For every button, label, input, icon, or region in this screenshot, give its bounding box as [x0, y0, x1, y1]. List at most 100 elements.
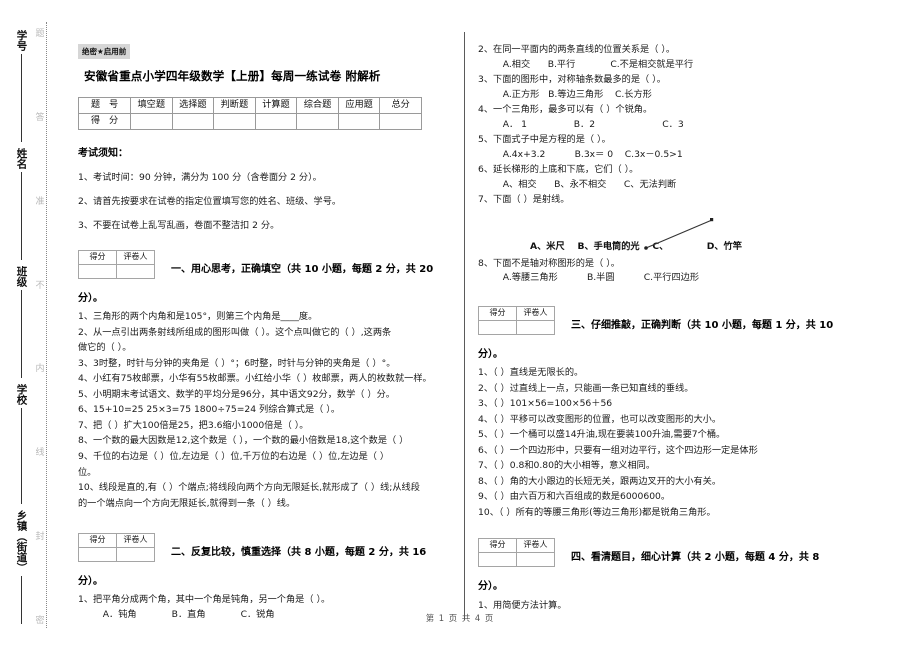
grader-marker-cell[interactable]: [516, 552, 555, 568]
section-header-multiple-choice: 得分 评卷人 二、反复比较，慎重选择（共 8 小题，每题 2 分，共 16: [78, 533, 450, 563]
grader-score-cell[interactable]: [478, 319, 517, 335]
question-item-cont: 做它的（ ）。: [78, 342, 132, 354]
score-cell[interactable]: [130, 113, 173, 131]
score-cell[interactable]: [254, 113, 298, 131]
grader-box: 得分 评卷人: [478, 305, 555, 335]
question-item: 6、（ ）一个四边形中，只要有一组对边平行，这个四边形一定是体形: [478, 444, 758, 456]
score-summary-table: 题 号 填空题 选择题 判断题 计算题 综合题 应用题 总分 得 分: [78, 97, 422, 131]
grader-score-cell[interactable]: [78, 547, 117, 563]
grader-score-label: 得分: [78, 250, 117, 266]
question-item: 4、小红有75枚邮票，小华有55枚邮票。小红给小华（ ）枚邮票，两人的枚数就一样…: [78, 373, 432, 385]
score-table-row-header: 得 分: [78, 113, 131, 131]
score-table-col-header: 总分: [379, 97, 422, 115]
question-options: A.4x+3.2 B.3x＝ 0 C.3x－0.5>1: [494, 148, 683, 160]
grader-score-cell[interactable]: [78, 264, 117, 280]
page-footer: 第 1 页 共 4 页: [425, 613, 495, 623]
seal-field-rule: [20, 290, 22, 378]
score-cell[interactable]: [296, 113, 339, 131]
question-options: A.相交 B.平行 C.不是相交就是平行: [494, 58, 694, 70]
table-row: 得分 评卷人: [478, 538, 555, 554]
grader-box: 得分 评卷人: [78, 250, 155, 280]
seal-field-student-id: 学号: [8, 30, 34, 142]
section-header-calculation: 得分 评卷人 四、看清题目，细心计算（共 2 小题，每题 4 分，共 8: [478, 538, 876, 568]
exam-notice-item: 3、不要在试卷上乱写乱画，卷面不整洁扣 2 分。: [78, 220, 280, 232]
grader-box: 得分 评卷人: [478, 538, 555, 568]
seal-dotted-line: [46, 22, 47, 628]
exam-paper-page: 题 答 准 不 内 线 封 密 学号 姓名 班级 学校 乡镇（街道） 绝密★启用…: [0, 0, 920, 650]
question-item: 7、把（ ）扩大100倍是25，把3.6缩小1000倍是（ ）。: [78, 419, 309, 431]
seal-field-school: 学校: [8, 384, 34, 504]
grader-marker-cell[interactable]: [116, 547, 155, 563]
score-cell[interactable]: [379, 113, 422, 131]
question-item: 1、（ ）直线是无限长的。: [478, 367, 584, 379]
right-column: 2、在同一平面内的两条直线的位置关系是（ ）。 A.相交 B.平行 C.不是相交…: [478, 0, 876, 613]
seal-char: 线: [33, 447, 44, 457]
seal-char: 不: [33, 279, 44, 289]
question-item: 5、（ ）一个桶可以盛14升油,现在要装100升油,需要7个桶。: [478, 429, 726, 441]
question-item: 1、三角形的两个内角和是105°，则第三个内角是____度。: [78, 311, 318, 323]
secret-badge: 绝密★启用前: [78, 44, 131, 59]
table-row: 得分 评卷人: [478, 305, 555, 321]
question-item: 8、（ ）角的大小跟边的长短无关，跟两边叉开的大小有关。: [478, 475, 722, 487]
exam-notice-item: 2、请首先按要求在试卷的指定位置填写您的姓名、班级、学号。: [78, 196, 342, 208]
seal-field-name: 姓名: [8, 148, 34, 260]
question-options: A.正方形 B.等边三角形 C.长方形: [494, 88, 652, 100]
question-item: 5、下面式子中是方程的是（ ）。: [478, 134, 611, 146]
seal-field-label: 学号: [15, 30, 28, 51]
grader-marker-label: 评卷人: [516, 305, 555, 321]
grader-score-label: 得分: [478, 538, 517, 554]
question-options: A.等腰三角形 B.半圆 C.平行四边形: [494, 272, 700, 284]
seal-field-rule: [20, 408, 22, 504]
seal-margin: 题 答 准 不 内 线 封 密 学号 姓名 班级 学校 乡镇（街道）: [0, 0, 62, 650]
grader-marker-label: 评卷人: [116, 533, 155, 549]
score-table-col-header: 选择题: [171, 97, 215, 115]
seal-field-class: 班级: [8, 266, 34, 378]
table-row: 题 号 填空题 选择题 判断题 计算题 综合题 应用题 总分: [78, 97, 422, 115]
question-item: 6、15+10=25 25×3=75 1800÷75=24 列综合算式是（ ）。: [78, 404, 341, 416]
question-item: 7、下面（ ）是射线。: [478, 194, 570, 206]
table-row: [78, 547, 155, 563]
seal-field-label: 姓名: [15, 148, 28, 169]
question-item-cont: 的一个端点向一个方向无限延长,就得到一条（ ）线。: [78, 497, 296, 509]
question-item: 3、3时整，时针与分钟的夹角是（ ）°；6时整，时针与分钟的夹角是（ ）°。: [78, 357, 396, 369]
question-item: 10、（ ）所有的等腰三角形(等边三角形)都是锐角三角形。: [478, 506, 716, 518]
section-header-fill-in-blank: 得分 评卷人 一、用心思考，正确填空（共 10 小题，每题 2 分，共 20: [78, 250, 450, 280]
score-cell[interactable]: [337, 113, 381, 131]
seal-char: 题: [33, 28, 44, 37]
grader-score-cell[interactable]: [478, 552, 517, 568]
score-cell[interactable]: [213, 113, 256, 131]
question-item: 4、（ ）平移可以改变图形的位置，也可以改变图形的大小。: [478, 413, 722, 425]
question-item: 4、一个三角形，最多可以有（ ）个锐角。: [478, 104, 653, 116]
score-table-col-header: 综合题: [296, 97, 339, 115]
table-row: [478, 319, 555, 335]
question-item: 1、用简便方法计算。: [478, 599, 567, 611]
table-row: [78, 264, 155, 280]
score-cell[interactable]: [171, 113, 215, 131]
question-item: 5、小明期末考试语文、数学的平均分是96分，其中语文92分，数学（ ）分。: [78, 388, 395, 400]
table-row: 得分 评卷人: [78, 533, 155, 549]
table-row: [478, 552, 555, 568]
question-item: 10、线段是直的,有（ ）个端点;将线段向两个方向无限延长,就形成了（ ）线;从…: [78, 482, 420, 494]
section-title-cont: 分）。: [78, 576, 103, 588]
seal-field-label: 学校: [15, 384, 28, 405]
grader-marker-label: 评卷人: [116, 250, 155, 266]
grader-marker-cell[interactable]: [116, 264, 155, 280]
seal-field-rule: [20, 54, 22, 142]
grader-box: 得分 评卷人: [78, 533, 155, 563]
question-options: A． 1 B．2 C．3: [494, 118, 684, 130]
ray-diagram-icon: [644, 217, 714, 250]
question-item: 6、延长梯形的上底和下底，它们（ ）。: [478, 164, 639, 176]
left-column: 绝密★启用前 安徽省重点小学四年级数学【上册】每周一练试卷 附解析 题 号 填空…: [78, 0, 450, 622]
question-item: 9、（ ）由六百万和六百组成的数是6000600。: [478, 491, 671, 503]
question-options: A、相交 B、永不相交 C、无法判断: [494, 178, 677, 190]
grader-marker-cell[interactable]: [516, 319, 555, 335]
question-item-cont: 位。: [78, 466, 97, 478]
grader-score-label: 得分: [478, 305, 517, 321]
seal-field-township: 乡镇（街道）: [8, 510, 34, 624]
seal-char: 内: [33, 363, 44, 373]
question-item: 2、从一点引出两条射线所组成的图形叫做（ ）。这个点叫做它的（ ）,这两条: [78, 326, 392, 338]
question-item: 3、下面的图形中，对称轴条数最多的是（ ）。: [478, 74, 666, 86]
grader-marker-label: 评卷人: [516, 538, 555, 554]
section-title: 二、反复比较，慎重选择（共 8 小题，每题 2 分，共 16: [171, 547, 427, 559]
table-row: 得分 评卷人: [78, 250, 155, 266]
